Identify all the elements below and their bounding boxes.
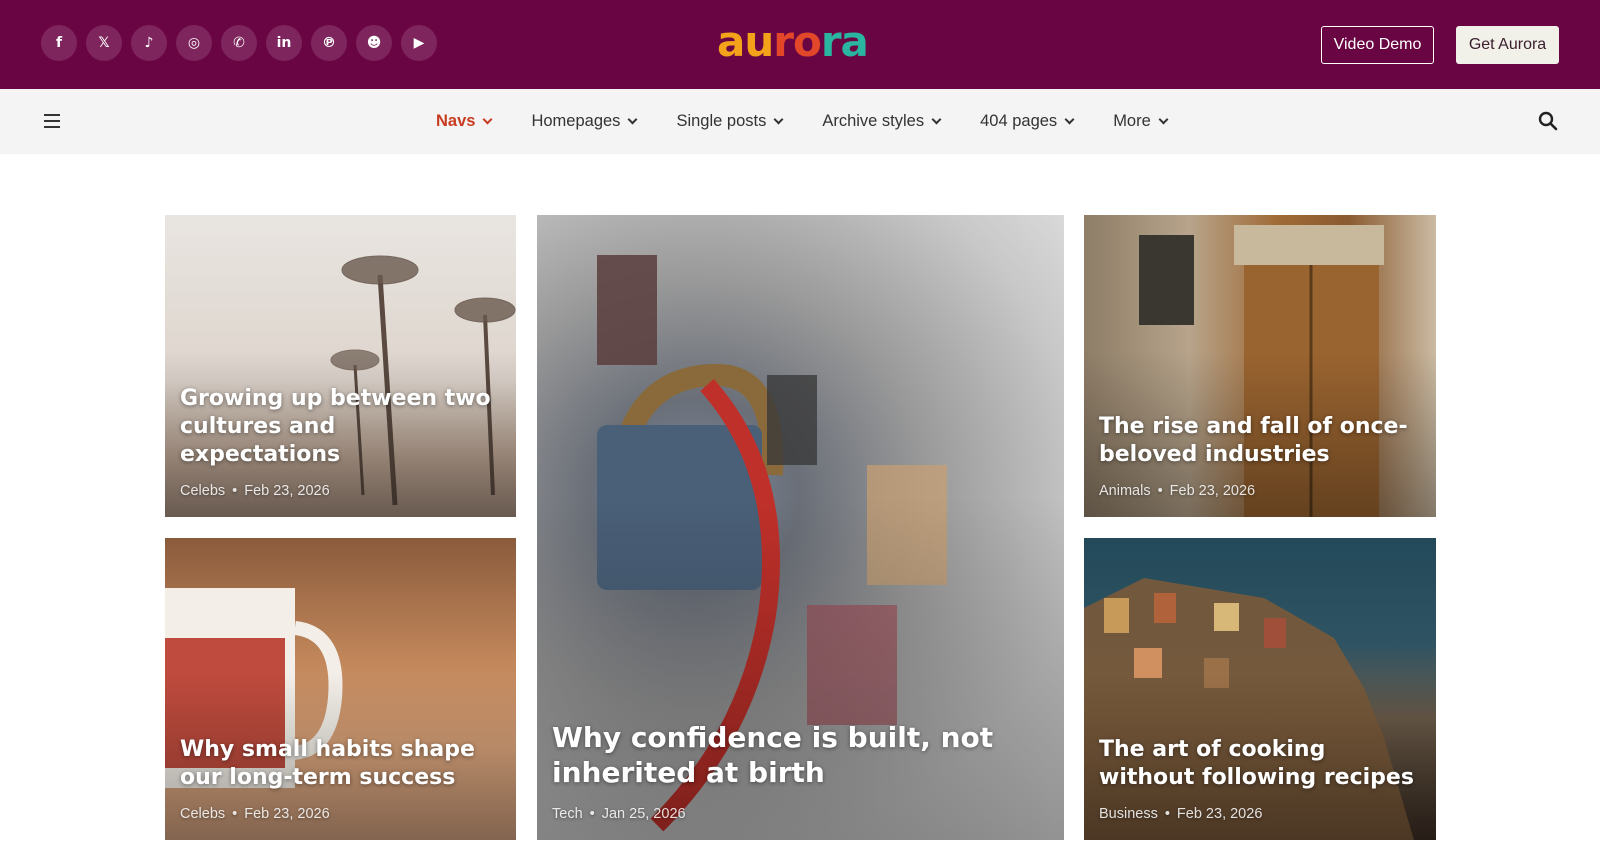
post-date: Feb 23, 2026: [1169, 483, 1256, 499]
nav-item-label: Homepages: [531, 112, 621, 130]
chevron-down-icon: [627, 114, 638, 124]
nav-item-homepages[interactable]: Homepages: [531, 112, 638, 131]
post-title[interactable]: The rise and fall of once-beloved indust…: [1099, 413, 1418, 469]
chevron-down-icon: [483, 114, 493, 124]
post-meta: Tech • Jan 25, 2026: [552, 806, 686, 822]
tiktok-icon[interactable]: ♪: [131, 25, 167, 61]
nav-items: Navs Homepages Single posts Archive styl…: [436, 89, 1207, 154]
logo-part-au: au: [717, 17, 774, 66]
image-overlay: [1084, 538, 1436, 840]
post-date: Feb 23, 2026: [1176, 806, 1263, 822]
pinterest-icon[interactable]: ℗: [311, 25, 347, 61]
meta-separator: •: [1157, 483, 1163, 499]
nav-item-single-posts[interactable]: Single posts: [676, 112, 784, 131]
post-category[interactable]: Animals: [1099, 483, 1151, 499]
image-overlay: [165, 215, 516, 517]
chevron-down-icon: [931, 114, 942, 124]
post-category[interactable]: Tech: [552, 806, 583, 822]
main-nav: Navs Homepages Single posts Archive styl…: [0, 89, 1600, 154]
chevron-down-icon: [1158, 114, 1169, 124]
post-title[interactable]: The art of cooking without following rec…: [1099, 736, 1418, 792]
post-card[interactable]: Growing up between two cultures and expe…: [165, 215, 516, 517]
nav-item-more[interactable]: More: [1113, 112, 1169, 131]
linkedin-icon[interactable]: in: [266, 25, 302, 61]
post-meta: Celebs • Feb 23, 2026: [180, 806, 330, 822]
nav-item-label: 404 pages: [980, 112, 1058, 130]
facebook-icon[interactable]: f: [41, 25, 77, 61]
meta-separator: •: [589, 806, 595, 822]
nav-item-label: Navs: [436, 112, 476, 130]
meta-separator: •: [232, 483, 238, 499]
post-meta: Business • Feb 23, 2026: [1099, 806, 1262, 822]
chevron-down-icon: [1064, 114, 1075, 124]
post-card[interactable]: The art of cooking without following rec…: [1084, 538, 1436, 840]
post-card[interactable]: Why small habits shape our long-term suc…: [165, 538, 516, 840]
post-date: Feb 23, 2026: [244, 806, 330, 822]
instagram-icon[interactable]: ◎: [176, 25, 212, 61]
meta-separator: •: [232, 806, 238, 822]
post-category[interactable]: Celebs: [180, 483, 225, 499]
hamburger-menu-icon[interactable]: [44, 114, 60, 128]
post-title[interactable]: Growing up between two cultures and expe…: [180, 385, 498, 469]
nav-item-404-pages[interactable]: 404 pages: [980, 112, 1075, 131]
search-icon[interactable]: [1538, 111, 1558, 131]
post-card[interactable]: The rise and fall of once-beloved indust…: [1084, 215, 1436, 517]
nav-item-label: Single posts: [676, 112, 767, 130]
image-overlay: [165, 538, 516, 840]
post-meta: Celebs • Feb 23, 2026: [180, 483, 330, 499]
site-logo[interactable]: au ro ra: [717, 17, 869, 66]
reddit-icon[interactable]: ☻: [356, 25, 392, 61]
whatsapp-icon[interactable]: ✆: [221, 25, 257, 61]
post-title[interactable]: Why small habits shape our long-term suc…: [180, 736, 498, 792]
post-date: Feb 23, 2026: [244, 483, 330, 499]
post-meta: Animals • Feb 23, 2026: [1099, 483, 1255, 499]
post-category[interactable]: Celebs: [180, 806, 225, 822]
logo-part-ra: ra: [820, 17, 869, 66]
image-overlay: [1084, 215, 1436, 517]
youtube-icon[interactable]: ▶: [401, 25, 437, 61]
post-card-featured[interactable]: Why confidence is built, not inherited a…: [537, 215, 1064, 840]
post-title[interactable]: Why confidence is built, not inherited a…: [552, 720, 1046, 790]
chevron-down-icon: [773, 114, 784, 124]
nav-item-label: More: [1113, 112, 1151, 130]
nav-item-label: Archive styles: [822, 112, 925, 130]
nav-item-navs[interactable]: Navs: [436, 112, 493, 131]
x-twitter-icon[interactable]: 𝕏: [86, 25, 122, 61]
get-aurora-button[interactable]: Get Aurora: [1456, 26, 1559, 64]
video-demo-button[interactable]: Video Demo: [1321, 26, 1434, 64]
top-header: f 𝕏 ♪ ◎ ✆ in ℗ ☻ ▶ au ro ra Video Demo Get…: [0, 0, 1600, 89]
nav-item-archive-styles[interactable]: Archive styles: [822, 112, 942, 131]
post-category[interactable]: Business: [1099, 806, 1158, 822]
logo-part-ro: ro: [773, 17, 822, 66]
post-date: Jan 25, 2026: [601, 806, 686, 822]
meta-separator: •: [1164, 806, 1170, 822]
social-links: f 𝕏 ♪ ◎ ✆ in ℗ ☻ ▶: [41, 25, 437, 61]
